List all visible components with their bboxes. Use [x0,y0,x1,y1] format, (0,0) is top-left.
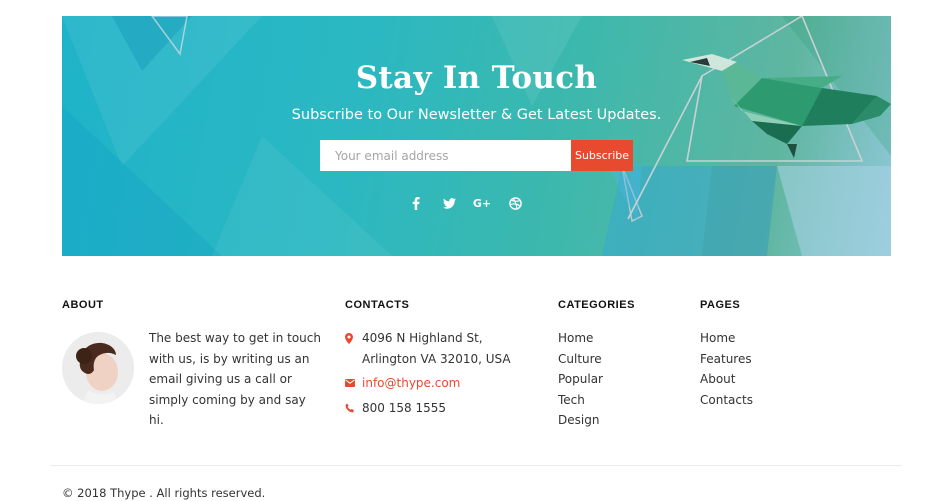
newsletter-banner: Stay In Touch Subscribe to Our Newslette… [62,16,891,256]
avatar [62,332,134,404]
categories-heading: CATEGORIES [558,299,635,311]
map-pin-icon [345,328,362,369]
pages-section: PAGES Home Features About Contacts [700,299,820,407]
newsletter-subtitle: Subscribe to Our Newsletter & Get Latest… [291,107,662,123]
subscribe-button[interactable]: Subscribe [571,140,633,171]
page-link-home[interactable]: Home [700,328,753,349]
category-link-tech[interactable]: Tech [558,390,603,411]
pages-list: Home Features About Contacts [700,328,753,410]
phone-number: 800 158 1555 [362,401,446,415]
email-input[interactable] [320,140,571,171]
contacts-heading: CONTACTS [345,299,410,311]
category-link-design[interactable]: Design [558,410,603,431]
address-line1: 4096 N Highland St, [362,331,483,345]
envelope-icon [345,373,362,394]
category-link-popular[interactable]: Popular [558,369,603,390]
social-links: G+ [408,195,523,211]
newsletter-title: Stay In Touch [355,60,598,96]
facebook-icon[interactable] [408,195,424,211]
page-link-features[interactable]: Features [700,349,753,370]
dribbble-icon[interactable] [507,195,523,211]
phone-row: 800 158 1555 [345,398,446,419]
categories-section: CATEGORIES Home Culture Popular Tech Des… [558,299,678,427]
email-row: info@thype.com [345,373,460,394]
address-row: 4096 N Highland St, Arlington VA 32010, … [345,328,511,369]
subscribe-form: Subscribe [320,140,633,171]
page-link-about[interactable]: About [700,369,753,390]
about-heading: ABOUT [62,299,104,311]
google-plus-icon[interactable]: G+ [473,195,491,211]
about-text: The best way to get in touch with us, is… [149,331,321,427]
page-link-contacts[interactable]: Contacts [700,390,753,411]
contacts-section: CONTACTS 4096 N Highland St, Arlington V… [345,299,545,415]
address-line2: Arlington VA 32010, USA [362,351,511,366]
copyright-text: © 2018 Thype . All rights reserved. [62,486,266,500]
phone-icon [345,398,362,419]
polygon-background [62,16,891,256]
categories-list: Home Culture Popular Tech Design [558,328,603,431]
about-section: ABOUT The best way to get in touch with … [62,299,322,427]
twitter-icon[interactable] [441,195,457,211]
footer-divider [50,465,902,466]
category-link-home[interactable]: Home [558,328,603,349]
category-link-culture[interactable]: Culture [558,349,603,370]
email-link[interactable]: info@thype.com [362,373,460,394]
pages-heading: PAGES [700,299,741,311]
